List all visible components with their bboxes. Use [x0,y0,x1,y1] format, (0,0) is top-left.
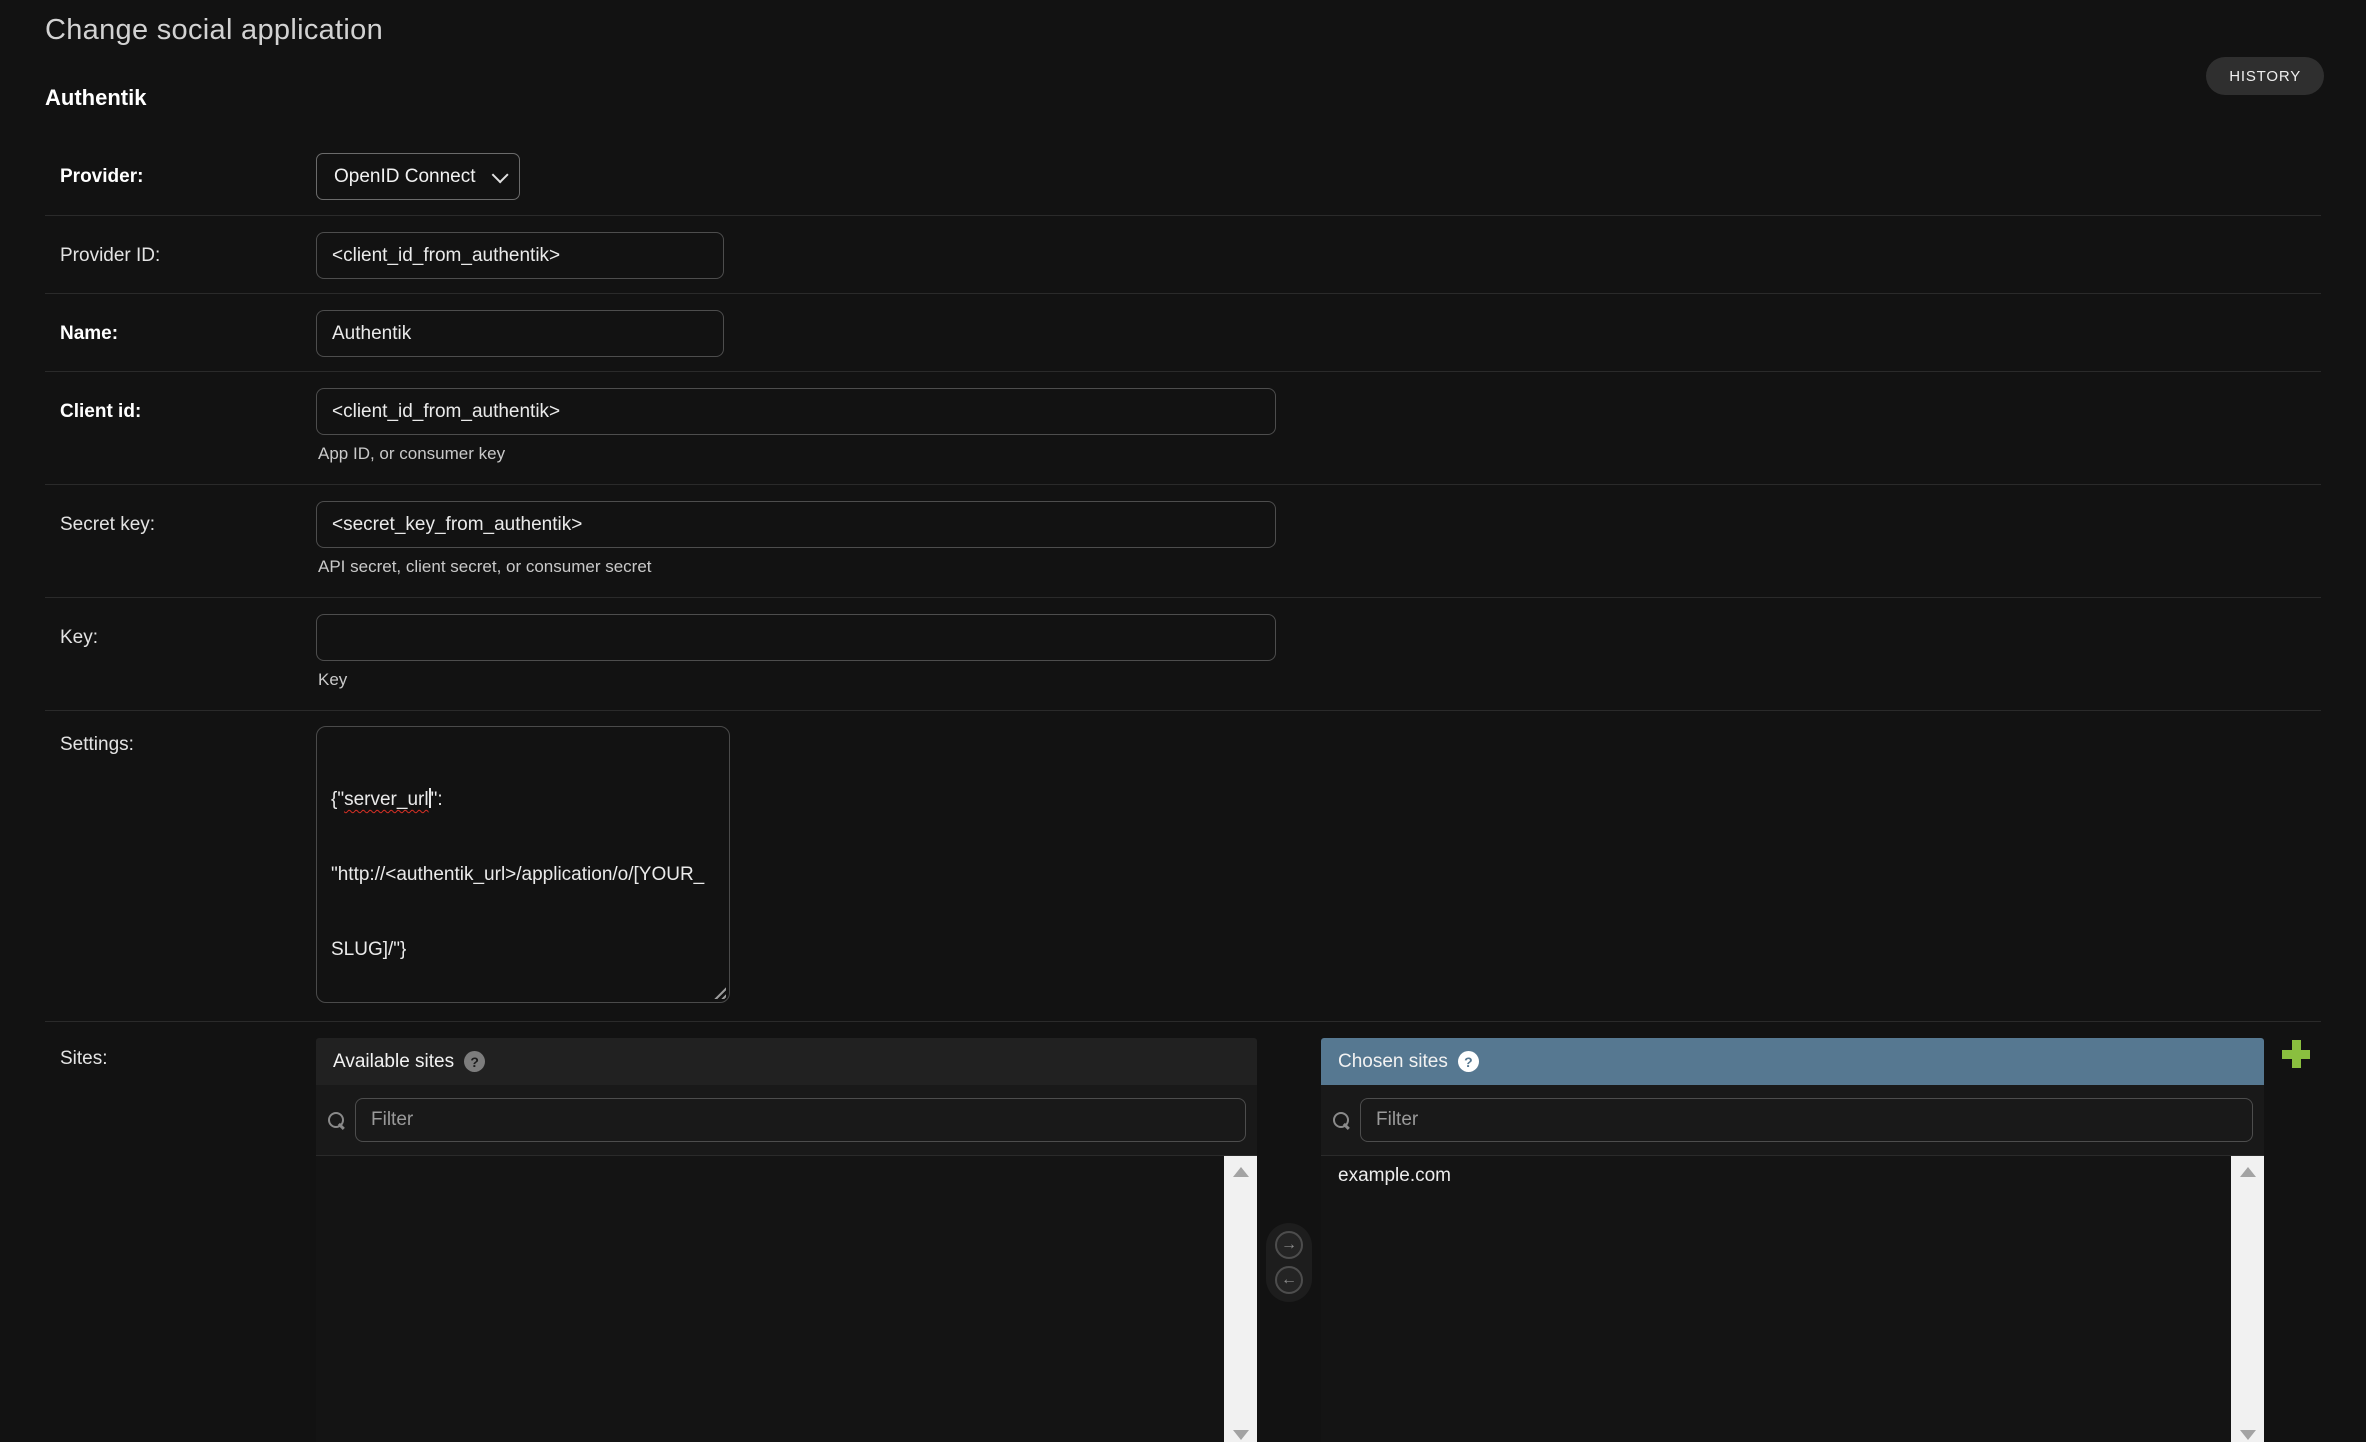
change-form: Provider: OpenID Connect Provider ID: Na… [45,133,2321,1442]
form-row-client-id: Client id: App ID, or consumer key [45,372,2321,485]
client-id-label: Client id: [60,388,316,423]
scroll-down-icon[interactable] [2240,1430,2256,1440]
key-help-text: Key [318,670,1276,690]
misspelled-word: server_url [344,789,428,810]
chosen-filter-strip [1321,1085,2264,1156]
settings-textarea[interactable]: {"server_url": "http://<authentik_url>/a… [316,726,730,1003]
secret-key-label: Secret key: [60,501,316,536]
settings-label: Settings: [60,726,316,756]
page-title: Change social application [45,0,2321,47]
client-id-field[interactable] [316,388,1276,435]
provider-label: Provider: [60,153,316,188]
scroll-up-icon[interactable] [1233,1167,1249,1177]
sites-label: Sites: [60,1038,316,1070]
form-row-provider-id: Provider ID: [45,216,2321,294]
available-sites-list[interactable] [316,1156,1257,1442]
search-icon [1333,1112,1350,1129]
provider-id-label: Provider ID: [60,232,316,267]
sites-dual-selector: Available sites ? [316,1038,2310,1442]
chevron-down-icon [492,166,509,183]
object-name-heading: Authentik [45,85,2321,111]
form-row-name: Name: [45,294,2321,372]
provider-select[interactable]: OpenID Connect [316,153,520,200]
secret-key-field[interactable] [316,501,1276,548]
settings-line-3: SLUG]/"} [331,937,715,962]
form-row-key: Key: Key [45,598,2321,711]
form-row-provider: Provider: OpenID Connect [45,133,2321,216]
key-label: Key: [60,614,316,649]
secret-key-help-text: API secret, client secret, or consumer s… [318,557,1276,577]
provider-select-value: OpenID Connect [334,166,476,188]
available-sites-title: Available sites [333,1051,454,1073]
chosen-sites-box: Chosen sites ? example.com [1321,1038,2264,1442]
chosen-sites-title: Chosen sites [1338,1051,1448,1073]
available-filter-input[interactable] [355,1098,1246,1142]
available-sites-box: Available sites ? [316,1038,1257,1442]
form-row-sites: Sites: Available sites ? [45,1022,2321,1442]
list-item[interactable]: example.com [1321,1156,2231,1196]
move-buttons-pill: → ← [1266,1223,1312,1302]
history-button[interactable]: HISTORY [2206,57,2324,95]
selector-middle-column: → ← [1257,1038,1321,1302]
available-sites-header: Available sites ? [316,1038,1257,1085]
key-field[interactable] [316,614,1276,661]
vertical-scrollbar[interactable] [2231,1156,2264,1442]
scroll-up-icon[interactable] [2240,1167,2256,1177]
add-site-icon[interactable] [2282,1040,2310,1068]
help-icon: ? [464,1051,485,1072]
scroll-down-icon[interactable] [1233,1430,1249,1440]
chosen-filter-input[interactable] [1360,1098,2253,1142]
available-filter-strip [316,1085,1257,1156]
provider-id-field[interactable] [316,232,724,279]
help-icon: ? [1458,1051,1479,1072]
chosen-sites-list[interactable]: example.com [1321,1156,2264,1442]
name-field[interactable] [316,310,724,357]
client-id-help-text: App ID, or consumer key [318,444,1276,464]
vertical-scrollbar[interactable] [1224,1156,1257,1442]
chosen-sites-header: Chosen sites ? [1321,1038,2264,1085]
settings-line-1: {"server_url": [331,787,715,812]
form-row-secret-key: Secret key: API secret, client secret, o… [45,485,2321,598]
textarea-resize-handle[interactable] [711,984,726,999]
settings-line-2: "http://<authentik_url>/application/o/[Y… [331,862,715,887]
name-label: Name: [60,310,316,345]
choose-arrow-button[interactable]: → [1275,1231,1303,1259]
form-row-settings: Settings: {"server_url": "http://<authen… [45,711,2321,1022]
remove-arrow-button[interactable]: ← [1275,1266,1303,1294]
change-social-application-page: Change social application HISTORY Authen… [0,0,2366,1442]
search-icon [328,1112,345,1129]
